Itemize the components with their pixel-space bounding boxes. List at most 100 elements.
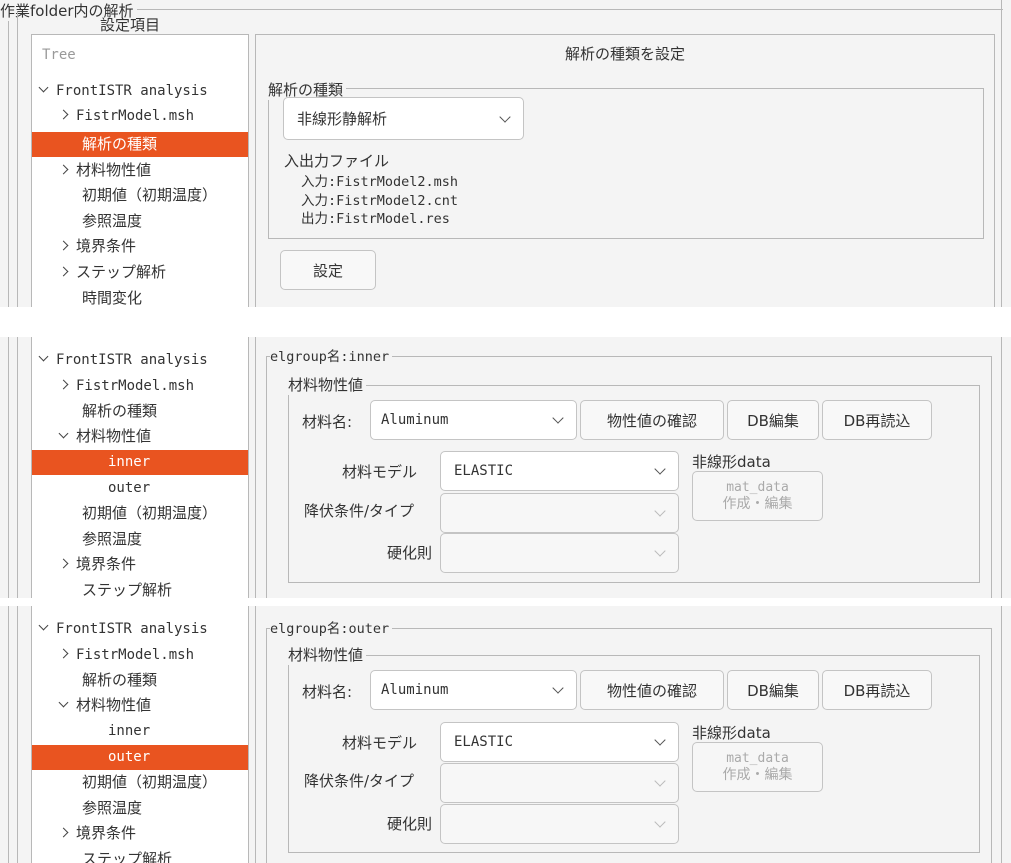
io-input-cnt: 入力:FistrModel2.cnt bbox=[301, 193, 459, 209]
chevron-right-icon[interactable] bbox=[58, 164, 69, 175]
settings-tree: FrontISTR analysis FistrModel.msh 解析の種類 … bbox=[31, 606, 249, 863]
material-model-label: 材料モデル bbox=[342, 734, 418, 752]
db-edit-button[interactable]: DB編集 bbox=[727, 670, 819, 710]
hardening-rule-select[interactable] bbox=[440, 804, 679, 844]
material-model-select[interactable]: ELASTIC bbox=[440, 451, 679, 491]
tree-item-material-properties[interactable]: 材料物性値 bbox=[32, 424, 248, 449]
chevron-down-icon bbox=[654, 734, 666, 746]
frame-inner-border bbox=[17, 12, 18, 307]
chevron-down-icon bbox=[552, 682, 564, 694]
tree-item-boundary-conditions[interactable]: 境界条件 bbox=[32, 821, 248, 846]
tree-item-frontistr-analysis[interactable]: FrontISTR analysis bbox=[32, 348, 248, 373]
tree-item-initial-value[interactable]: 初期値（初期温度） bbox=[32, 770, 248, 795]
material-name-label: 材料名: bbox=[302, 413, 353, 431]
chevron-down-icon[interactable] bbox=[58, 428, 69, 439]
tree-item-boundary-conditions[interactable]: 境界条件 bbox=[32, 552, 248, 577]
chevron-down-icon bbox=[654, 463, 666, 475]
settings-tree: FrontISTR analysis FistrModel.msh 解析の種類 … bbox=[31, 337, 249, 598]
mat-data-edit-button[interactable]: mat_data 作成・編集 bbox=[692, 471, 823, 521]
chevron-down-icon bbox=[552, 412, 564, 424]
material-name-select[interactable]: Aluminum bbox=[370, 400, 577, 440]
tree-item-analysis-type[interactable]: 解析の種類 bbox=[32, 668, 248, 693]
nonlinear-data-label: 非線形data bbox=[692, 453, 771, 471]
tree-item-fistr-model[interactable]: FistrModel.msh bbox=[32, 643, 248, 668]
tree-item-reference-temperature[interactable]: 参照温度 bbox=[32, 209, 248, 234]
chevron-down-icon[interactable] bbox=[38, 620, 49, 631]
hardening-rule-label: 硬化則 bbox=[387, 544, 433, 562]
settings-title: 設定項目 bbox=[100, 16, 161, 34]
material-model-label: 材料モデル bbox=[342, 463, 418, 481]
material-name-select[interactable]: Aluminum bbox=[370, 670, 577, 710]
db-reload-button[interactable]: DB再読込 bbox=[822, 670, 932, 710]
elgroup-label: elgroup名:inner bbox=[270, 345, 393, 365]
frame-border-left bbox=[8, 0, 9, 307]
tree-item-analysis-type[interactable]: 解析の種類 bbox=[32, 132, 248, 157]
chevron-right-icon[interactable] bbox=[58, 827, 69, 838]
material-group-label: 材料物性値 bbox=[288, 644, 367, 665]
chevron-down-icon bbox=[654, 816, 666, 828]
material-group-label: 材料物性値 bbox=[288, 374, 367, 395]
confirm-properties-button[interactable]: 物性値の確認 bbox=[580, 670, 724, 710]
chevron-right-icon[interactable] bbox=[58, 266, 69, 277]
tree-item-step-analysis[interactable]: ステップ解析 bbox=[32, 260, 248, 285]
tree-item-initial-value[interactable]: 初期値（初期温度） bbox=[32, 183, 248, 208]
main-title: 解析の種類を設定 bbox=[564, 45, 685, 63]
chevron-right-icon[interactable] bbox=[58, 109, 69, 120]
tree-item-material-properties[interactable]: 材料物性値 bbox=[32, 693, 248, 718]
chevron-down-icon[interactable] bbox=[38, 82, 49, 93]
hardening-rule-select[interactable] bbox=[440, 533, 679, 573]
tree-item-analysis-type[interactable]: 解析の種類 bbox=[32, 399, 248, 424]
chevron-right-icon[interactable] bbox=[58, 240, 69, 251]
frame-inner-border bbox=[17, 337, 18, 598]
tree-item-material-properties[interactable]: 材料物性値 bbox=[32, 158, 248, 183]
tree-item-frontistr-analysis[interactable]: FrontISTR analysis bbox=[32, 79, 248, 104]
frame-inner-border bbox=[17, 606, 18, 863]
chevron-down-icon[interactable] bbox=[58, 697, 69, 708]
nonlinear-data-label: 非線形data bbox=[692, 724, 771, 742]
elgroup-label: elgroup名:outer bbox=[270, 617, 393, 637]
tree-item-time-change[interactable]: 時間変化 bbox=[32, 286, 248, 307]
tree-item-reference-temperature[interactable]: 参照温度 bbox=[32, 527, 248, 552]
yield-condition-label: 降伏条件/タイプ bbox=[304, 502, 415, 520]
io-output-res: 出力:FistrModel.res bbox=[301, 211, 450, 227]
material-name-label: 材料名: bbox=[302, 683, 353, 701]
db-edit-button[interactable]: DB編集 bbox=[727, 400, 819, 440]
frame-border-right bbox=[1001, 337, 1002, 598]
tree-item-step-analysis[interactable]: ステップ解析 bbox=[32, 578, 248, 598]
analysis-type-panel: 作業folder内の解析 設定項目 Tree FrontISTR analysi… bbox=[0, 0, 1011, 307]
db-reload-button[interactable]: DB再読込 bbox=[822, 400, 932, 440]
chevron-right-icon[interactable] bbox=[58, 379, 69, 390]
frame-border-left bbox=[8, 606, 9, 863]
tree-item-fistr-model[interactable]: FistrModel.msh bbox=[32, 104, 248, 129]
tree-item-reference-temperature[interactable]: 参照温度 bbox=[32, 796, 248, 821]
chevron-right-icon[interactable] bbox=[58, 648, 69, 659]
mat-data-edit-button[interactable]: mat_data 作成・編集 bbox=[692, 742, 823, 792]
set-button[interactable]: 設定 bbox=[280, 250, 376, 290]
tree-item-outer[interactable]: outer bbox=[32, 745, 248, 770]
tree-item-inner[interactable]: inner bbox=[32, 719, 248, 744]
chevron-right-icon[interactable] bbox=[58, 558, 69, 569]
chevron-down-icon bbox=[654, 545, 666, 557]
analysis-type-select[interactable]: 非線形静解析 bbox=[283, 97, 524, 140]
io-files-title: 入出力ファイル bbox=[284, 152, 390, 170]
settings-tree: Tree FrontISTR analysis FistrModel.msh 解… bbox=[31, 34, 249, 307]
material-model-select[interactable]: ELASTIC bbox=[440, 722, 679, 762]
hardening-rule-label: 硬化則 bbox=[387, 815, 433, 833]
tree-item-fistr-model[interactable]: FistrModel.msh bbox=[32, 374, 248, 399]
frame-border-right bbox=[1001, 0, 1002, 307]
tree-item-initial-value[interactable]: 初期値（初期温度） bbox=[32, 501, 248, 526]
confirm-properties-button[interactable]: 物性値の確認 bbox=[580, 400, 724, 440]
tree-item-frontistr-analysis[interactable]: FrontISTR analysis bbox=[32, 617, 248, 642]
yield-condition-label: 降伏条件/タイプ bbox=[304, 772, 415, 790]
frame-border-left bbox=[8, 337, 9, 598]
chevron-down-icon bbox=[499, 110, 511, 123]
tree-item-boundary-conditions[interactable]: 境界条件 bbox=[32, 234, 248, 259]
yield-condition-select[interactable] bbox=[440, 493, 679, 533]
chevron-down-icon[interactable] bbox=[38, 351, 49, 362]
tree-item-outer[interactable]: outer bbox=[32, 476, 248, 501]
yield-condition-select[interactable] bbox=[440, 763, 679, 803]
tree-item-inner[interactable]: inner bbox=[32, 450, 248, 475]
material-inner-panel: FrontISTR analysis FistrModel.msh 解析の種類 … bbox=[0, 337, 1011, 598]
frame-border-top bbox=[8, 9, 1003, 10]
tree-item-step-analysis[interactable]: ステップ解析 bbox=[32, 847, 248, 863]
